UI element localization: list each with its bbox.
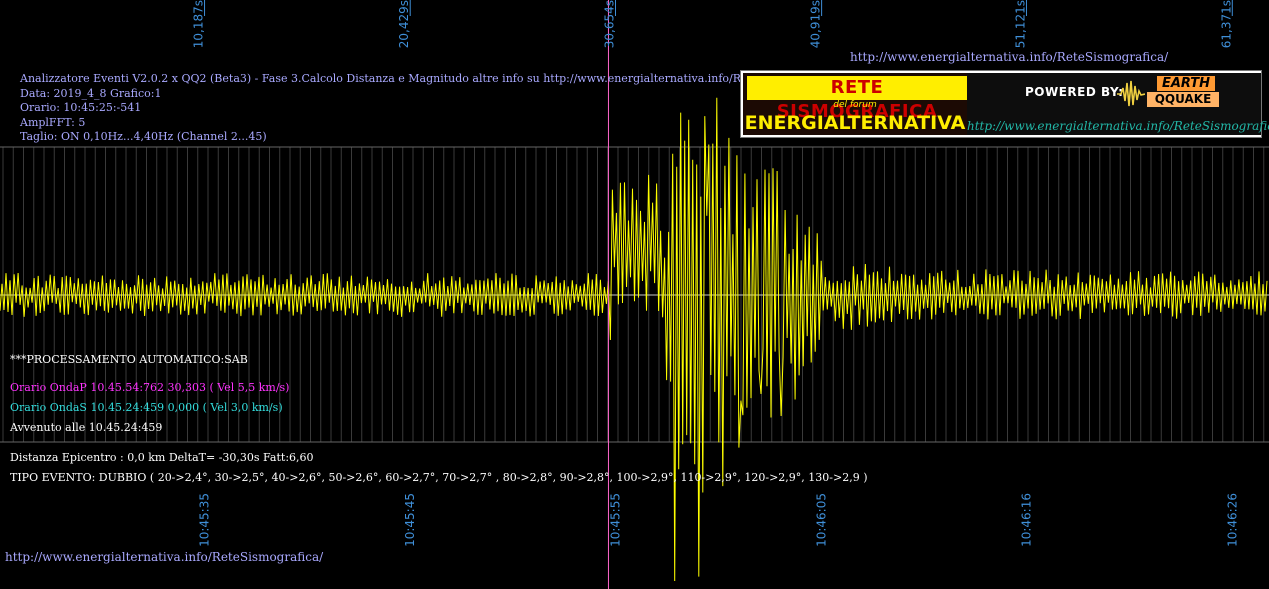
- logo-energia-text: ENERGIALTERNATIVA: [744, 112, 966, 134]
- logo-left-panel: RETE SISMOGRAFICA del forum ENERGIALTERN…: [743, 73, 967, 135]
- logo-powered-text: POWERED BY:: [1025, 85, 1124, 99]
- top-tick-label: 40,919s: [809, 0, 823, 48]
- rete-sismografica-logo: RETE SISMOGRAFICA del forum ENERGIALTERN…: [740, 70, 1269, 138]
- seismogram-canvas: 10,187s 20,429s 30,654s 40,919s 51,121s 61,37…: [0, 0, 1269, 589]
- bottom-tick-label: 10:45:35: [198, 493, 212, 547]
- bottom-tick-label: 10:46:16: [1019, 493, 1033, 547]
- logo-rete-text: RETE SISMOGRAFICA: [747, 76, 967, 122]
- trace: [0, 97, 1268, 582]
- url-top[interactable]: http://www.energialternativa.info/ReteSi…: [850, 51, 1168, 64]
- top-tick-label: 51,121s: [1013, 0, 1027, 48]
- header-info: Analizzatore Eventi V2.0.2 x QQ2 (Beta3)…: [20, 72, 831, 145]
- header-date: Data: 2019_4_8 Grafico:1: [20, 86, 162, 100]
- logo-right-panel: POWERED BY: EARTH QQUAKE http://www.ener…: [967, 73, 1269, 135]
- url-bottom[interactable]: http://www.energialternativa.info/ReteSi…: [5, 551, 323, 564]
- auto-processing-label: ***PROCESSAMENTO AUTOMATICO:SAB: [10, 353, 248, 366]
- logo-quake-text: QQUAKE: [1147, 92, 1219, 107]
- seismic-wave-icon: [1117, 80, 1145, 107]
- top-tick-label: 61,371s: [1219, 0, 1233, 48]
- bottom-tick-label: 10:46:26: [1225, 493, 1239, 547]
- tipo-evento-label: TIPO EVENTO: DUBBIO ( 20->2,4°, 30->2,5°…: [10, 471, 868, 484]
- bottom-tick-label: 10:45:45: [403, 493, 417, 547]
- onda-s-label: Orario OndaS 10.45.24:459 0,000 ( Vel 3,…: [10, 401, 283, 414]
- distanza-label: Distanza Epicentro : 0,0 km DeltaT= -30,…: [10, 451, 314, 464]
- onda-p-label: Orario OndaP 10.45.54:762 30,303 ( Vel 5…: [10, 381, 290, 394]
- top-tick-label: 10,187s: [192, 0, 206, 48]
- bottom-tick-label: 10:45:55: [609, 493, 623, 547]
- header-title: Analizzatore Eventi V2.0.2 x QQ2 (Beta3)…: [20, 72, 832, 85]
- top-tick-label: 30,654s: [603, 0, 617, 48]
- top-tick-label: 20,429s: [397, 0, 411, 48]
- header-time: Orario: 10:45:25:-541: [20, 101, 142, 114]
- header-amplfft: AmplFFT: 5: [20, 115, 86, 129]
- avvenuto-label: Avvenuto alle 10.45.24:459: [10, 421, 163, 434]
- trace-line: [0, 97, 1268, 582]
- logo-forum-text: del forum: [833, 100, 877, 110]
- bottom-tick-label: 10:46:05: [815, 493, 829, 547]
- header-filter: Taglio: ON 0,10Hz...4,40Hz (Channel 2...…: [20, 130, 267, 143]
- logo-earth-text: EARTH: [1157, 76, 1215, 91]
- logo-url-text[interactable]: http://www.energialternativa.info/ReteSi…: [967, 119, 1269, 133]
